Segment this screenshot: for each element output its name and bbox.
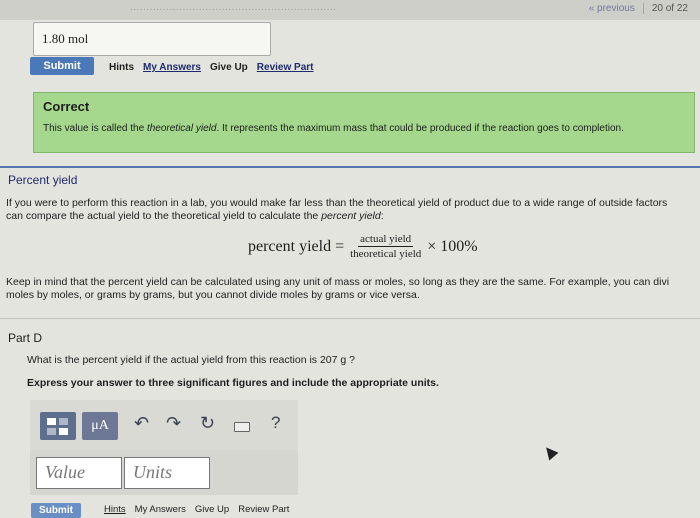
feedback-text: This value is called the theoretical yie… (43, 123, 624, 134)
section-divider (0, 166, 700, 168)
question-count: 20 of 22 (651, 3, 688, 14)
part-c-answer-field[interactable]: 1.80 mol (33, 22, 271, 56)
templates-button[interactable] (40, 412, 76, 440)
redo-icon[interactable]: ↷ (166, 413, 181, 434)
part-d-submit-button[interactable]: Submit (31, 503, 81, 518)
part-d-instruction: Express your answer to three significant… (27, 377, 439, 389)
previous-link[interactable]: « previous (589, 3, 635, 14)
part-d-links: Hints My Answers Give Up Review Part (104, 504, 289, 515)
formula-rhs: × 100% (427, 237, 478, 255)
my-answers-link[interactable]: My Answers (135, 504, 186, 515)
template-icon (47, 418, 56, 425)
part-c-links: Hints My Answers Give Up Review Part (109, 62, 313, 73)
my-answers-link[interactable]: My Answers (143, 62, 201, 73)
editor-toolbar: μA ↶ ↷ ↻ ? (30, 400, 298, 450)
give-up-link[interactable]: Give Up (195, 504, 229, 515)
review-part-link[interactable]: Review Part (257, 62, 314, 73)
formula-fraction: actual yield theoretical yield (350, 233, 421, 260)
part-d-question: What is the percent yield if the actual … (27, 354, 355, 366)
units-input[interactable]: Units (124, 457, 210, 489)
formula-denominator: theoretical yield (350, 248, 422, 260)
give-up-link[interactable]: Give Up (210, 62, 248, 73)
feedback-title: Correct (43, 99, 90, 114)
undo-icon[interactable]: ↶ (134, 413, 149, 434)
percent-yield-intro: If you were to perform this reaction in … (6, 197, 668, 222)
percent-yield-title: Percent yield (8, 173, 78, 187)
top-bar: ........................................… (0, 0, 700, 20)
answer-editor: μA ↶ ↷ ↻ ? Value Units (30, 400, 298, 495)
percent-yield-note: Keep in mind that the percent yield can … (6, 276, 670, 301)
help-icon[interactable]: ? (271, 413, 280, 433)
part-d-divider (0, 318, 700, 319)
percent-yield-formula: percent yield = actual yield theoretical… (248, 233, 478, 260)
formula-numerator: actual yield (358, 233, 414, 247)
value-input[interactable]: Value (36, 457, 122, 489)
cut-off-title: ........................................… (130, 2, 337, 13)
mouse-cursor-icon (541, 443, 559, 461)
pager-divider (642, 3, 644, 14)
part-d-title: Part D (8, 331, 43, 345)
correct-feedback: Correct This value is called the theoret… (33, 92, 695, 153)
reset-icon[interactable]: ↻ (200, 413, 215, 434)
part-c-submit-button[interactable]: Submit (30, 57, 94, 75)
hints-link[interactable]: Hints (104, 504, 126, 515)
pager: « previous 20 of 22 (589, 3, 688, 14)
hints-link[interactable]: Hints (109, 62, 134, 73)
formula-lhs: percent yield = (248, 237, 345, 255)
units-symbol-button[interactable]: μA (82, 412, 118, 440)
review-part-link[interactable]: Review Part (238, 504, 289, 515)
keyboard-icon[interactable] (234, 422, 250, 432)
